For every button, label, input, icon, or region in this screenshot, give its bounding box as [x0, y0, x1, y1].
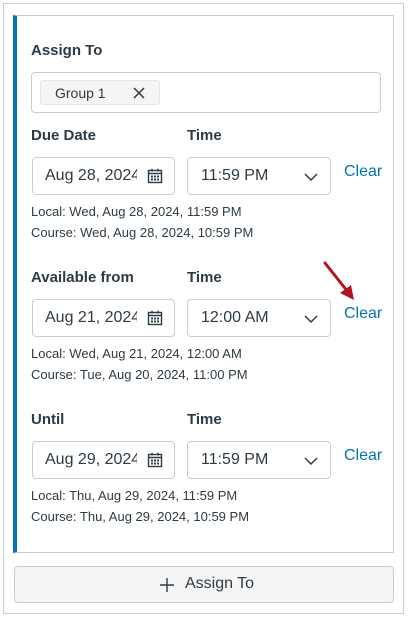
available-from-local-time: Local: Wed, Aug 21, 2024, 12:00 AM: [31, 346, 242, 361]
assignee-chip[interactable]: Group 1: [40, 80, 160, 105]
plus-icon: [160, 578, 174, 592]
close-icon[interactable]: [132, 86, 146, 100]
assign-to-label: Assign To: [31, 42, 103, 59]
until-time-label: Time: [187, 411, 222, 428]
due-course-time: Course: Wed, Aug 28, 2024, 10:59 PM: [31, 225, 254, 240]
add-assign-to-button[interactable]: Assign To: [14, 566, 394, 603]
until-date-value: Aug 29, 2024: [45, 451, 137, 468]
available-from-label: Available from: [31, 269, 134, 286]
due-date-input[interactable]: Aug 28, 2024: [32, 157, 175, 195]
callout-arrow-icon: [323, 261, 354, 300]
until-time-value: 11:59 PM: [201, 451, 269, 468]
until-time-select[interactable]: 11:59 PM: [187, 441, 331, 479]
available-from-clear-button[interactable]: Clear: [344, 305, 382, 323]
chevron-down-icon: [304, 315, 318, 324]
available-from-date-value: Aug 21, 2024: [45, 309, 137, 326]
due-local-time: Local: Wed, Aug 28, 2024, 11:59 PM: [31, 204, 242, 219]
chevron-down-icon: [304, 457, 318, 466]
available-from-time-value: 12:00 AM: [201, 309, 269, 326]
add-assign-to-label: Assign To: [185, 575, 255, 592]
due-date-label: Due Date: [31, 127, 97, 144]
available-from-date-input[interactable]: Aug 21, 2024: [32, 299, 175, 337]
calendar-icon[interactable]: [147, 452, 163, 468]
calendar-icon[interactable]: [147, 168, 163, 184]
available-from-course-time: Course: Tue, Aug 20, 2024, 11:00 PM: [31, 367, 248, 382]
assign-to-input[interactable]: Group 1: [31, 72, 381, 113]
until-clear-button[interactable]: Clear: [344, 447, 382, 465]
due-clear-button[interactable]: Clear: [344, 163, 382, 181]
calendar-icon[interactable]: [147, 310, 163, 326]
available-from-time-select[interactable]: 12:00 AM: [187, 299, 331, 337]
due-time-value: 11:59 PM: [201, 167, 269, 184]
available-time-label: Time: [187, 269, 222, 286]
due-time-select[interactable]: 11:59 PM: [187, 157, 331, 195]
until-label: Until: [31, 411, 65, 428]
assignee-chip-label: Group 1: [55, 85, 106, 101]
until-date-input[interactable]: Aug 29, 2024: [32, 441, 175, 479]
until-local-time: Local: Thu, Aug 29, 2024, 11:59 PM: [31, 488, 238, 503]
due-time-label: Time: [187, 127, 222, 144]
until-course-time: Course: Thu, Aug 29, 2024, 10:59 PM: [31, 509, 250, 524]
due-date-value: Aug 28, 2024: [45, 167, 137, 184]
chevron-down-icon: [304, 173, 318, 182]
